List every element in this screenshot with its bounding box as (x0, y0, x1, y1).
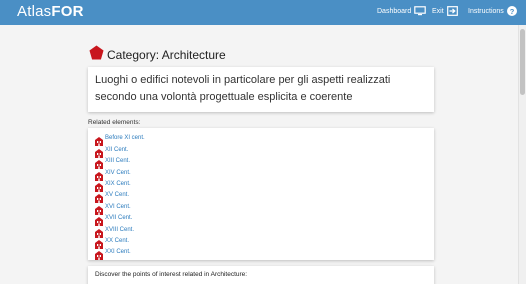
related-element-link[interactable]: XIV Cent. (105, 170, 131, 177)
related-element-link[interactable]: XVIII Cent. (105, 227, 134, 234)
top-navbar: AtlasFOR Dashboard Exit Instructions ? (0, 0, 526, 25)
building-icon (95, 133, 103, 147)
related-element-item[interactable]: XIII Cent. (95, 154, 145, 170)
category-description: Luoghi o edifici notevoli in particolare… (95, 74, 391, 103)
related-element-item[interactable]: XV Cent. (95, 188, 145, 204)
related-element-link[interactable]: XIII Cent. (105, 158, 130, 165)
svg-text:?: ? (510, 7, 515, 16)
related-element-link[interactable]: XII Cent. (105, 147, 128, 154)
points-of-interest-card: Discover the points of interest related … (88, 266, 434, 284)
related-element-link[interactable]: XX Cent. (105, 238, 129, 245)
building-icon (95, 236, 103, 249)
related-element-link[interactable]: XXI Cent. (105, 249, 131, 256)
related-element-item[interactable]: XII Cent. (95, 142, 145, 158)
related-element-item[interactable]: XX Cent. (95, 234, 145, 249)
brand-name: Atlas (17, 3, 52, 20)
exit-icon (446, 6, 458, 16)
related-element-link[interactable]: Before XI cent. (105, 135, 145, 142)
brand-name-bold: FOR (51, 3, 84, 20)
monitor-icon (414, 6, 427, 16)
related-element-link[interactable]: XV Cent. (105, 192, 129, 199)
related-element-link[interactable]: XVII Cent. (105, 215, 132, 222)
related-element-item[interactable]: XXI Cent. (95, 245, 145, 261)
related-elements-list: Before XI cent. XII Cent. XIII Cent. XIV Ce… (95, 131, 145, 261)
related-element-item[interactable]: XIX Cent. (95, 177, 145, 192)
scrollbar-thumb[interactable] (520, 29, 525, 95)
category-description-card: Luoghi o edifici notevoli in particolare… (88, 67, 434, 112)
building-icon (95, 156, 103, 170)
app-logo[interactable]: AtlasFOR (17, 3, 84, 20)
building-icon (95, 247, 103, 261)
instructions-link[interactable]: Instructions ? (468, 6, 517, 16)
related-element-link[interactable]: XIX Cent. (105, 181, 131, 188)
related-element-item[interactable]: Before XI cent. (95, 131, 145, 147)
building-icon (95, 225, 103, 238)
building-icon (95, 190, 103, 204)
exit-label: Exit (432, 7, 444, 15)
exit-link[interactable]: Exit (432, 6, 458, 16)
related-element-item[interactable]: XVI Cent. (95, 199, 145, 215)
building-icon (95, 168, 103, 181)
dashboard-label: Dashboard (377, 7, 412, 15)
category-header: Category: Architecture (89, 40, 226, 62)
building-icon (95, 202, 103, 215)
category-pentagon-icon (89, 45, 104, 60)
related-element-item[interactable]: XVIII Cent. (95, 222, 145, 238)
related-element-item[interactable]: XIV Cent. (95, 165, 145, 181)
related-elements-card: Before XI cent. XII Cent. XIII Cent. XIV Ce… (88, 128, 434, 261)
building-icon (95, 179, 103, 192)
page-title: Category: Architecture (107, 48, 226, 62)
building-icon (95, 145, 103, 158)
related-element-link[interactable]: XVI Cent. (105, 204, 131, 211)
related-elements-heading: Related elements: (88, 119, 141, 126)
instructions-label: Instructions (468, 7, 504, 15)
related-element-item[interactable]: XVII Cent. (95, 211, 145, 227)
dashboard-link[interactable]: Dashboard (377, 6, 427, 16)
help-circle-icon: ? (506, 6, 517, 16)
building-icon (95, 213, 103, 227)
points-of-interest-heading: Discover the points of interest related … (95, 271, 248, 278)
